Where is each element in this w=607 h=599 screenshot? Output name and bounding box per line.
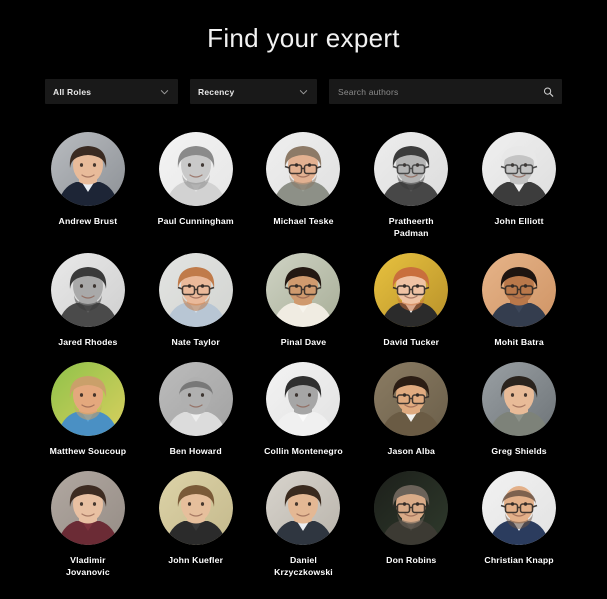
expert-card[interactable]: Ben Howard [142, 360, 250, 457]
expert-name: Paul Cunningham [157, 216, 234, 226]
expert-name: Pinal Dave [280, 337, 327, 347]
expert-card[interactable]: Mohit Batra [465, 251, 573, 348]
avatar[interactable] [50, 132, 125, 206]
expert-card[interactable]: David Tucker [357, 251, 465, 348]
expert-card[interactable]: Nate Taylor [142, 251, 250, 348]
expert-name: Jason Alba [387, 446, 436, 456]
avatar[interactable] [374, 471, 449, 545]
role-filter-select[interactable]: All Roles [45, 79, 178, 104]
chevron-down-icon [299, 87, 308, 96]
expert-card[interactable]: Matthew Soucoup [34, 360, 142, 457]
expert-name: John Kuefler [168, 555, 224, 565]
avatar[interactable] [158, 471, 233, 545]
expert-name: Collin Montenegro [264, 446, 343, 456]
expert-card[interactable]: Jared Rhodes [34, 251, 142, 348]
expert-card[interactable]: Vladimir Jovanovic [34, 469, 142, 578]
filter-bar: All Roles Recency [0, 79, 607, 104]
expert-card[interactable]: Jason Alba [357, 360, 465, 457]
expert-name: Matthew Soucoup [49, 446, 127, 456]
expert-card[interactable]: Greg Shields [465, 360, 573, 457]
expert-name: Greg Shields [491, 446, 547, 456]
avatar[interactable] [482, 362, 557, 436]
expert-name: John Elliott [494, 216, 544, 226]
avatar[interactable] [266, 132, 341, 206]
page-title: Find your expert [207, 23, 400, 53]
expert-card[interactable]: John Kuefler [142, 469, 250, 578]
avatar[interactable] [266, 362, 341, 436]
avatar[interactable] [482, 253, 557, 327]
expert-name: Ben Howard [169, 446, 222, 456]
experts-grid: Andrew Brust Paul Cunningham Michael Tes… [0, 130, 607, 578]
expert-card[interactable]: Andrew Brust [34, 130, 142, 239]
expert-card[interactable]: John Elliott [465, 130, 573, 239]
expert-card[interactable]: Paul Cunningham [142, 130, 250, 239]
avatar[interactable] [50, 471, 125, 545]
search-box[interactable] [329, 79, 562, 104]
avatar[interactable] [158, 253, 233, 327]
sort-filter-select[interactable]: Recency [190, 79, 317, 104]
chevron-down-icon [160, 87, 169, 96]
expert-name: Andrew Brust [58, 216, 118, 226]
avatar[interactable] [266, 471, 341, 545]
expert-name: Don Robins [386, 555, 437, 565]
expert-name: Pratheerth Padman [388, 216, 434, 238]
avatar[interactable] [158, 132, 233, 206]
avatar[interactable] [158, 362, 233, 436]
avatar[interactable] [374, 132, 449, 206]
expert-directory-page: Find your expert All Roles Recency Searc… [0, 0, 607, 599]
expert-name: David Tucker [383, 337, 440, 347]
expert-card[interactable]: Collin Montenegro [250, 360, 358, 457]
expert-card[interactable]: Christian Knapp [465, 469, 573, 578]
search-input[interactable] [338, 79, 553, 104]
expert-card[interactable]: Daniel Krzyczkowski [250, 469, 358, 578]
avatar[interactable] [266, 253, 341, 327]
expert-name: Daniel Krzyczkowski [274, 555, 333, 577]
avatar[interactable] [482, 132, 557, 206]
avatar[interactable] [374, 362, 449, 436]
expert-card[interactable]: Pinal Dave [250, 251, 358, 348]
expert-name: Jared Rhodes [58, 337, 118, 347]
expert-card[interactable]: Don Robins [357, 469, 465, 578]
avatar[interactable] [482, 471, 557, 545]
expert-name: Christian Knapp [484, 555, 554, 565]
sort-filter-label: Recency [198, 86, 235, 97]
avatar[interactable] [374, 253, 449, 327]
expert-name: Vladimir Jovanovic [65, 555, 110, 577]
expert-name: Michael Teske [273, 216, 334, 226]
expert-card[interactable]: Pratheerth Padman [357, 130, 465, 239]
expert-name: Mohit Batra [494, 337, 544, 347]
role-filter-label: All Roles [53, 86, 92, 97]
avatar[interactable] [50, 362, 125, 436]
expert-card[interactable]: Michael Teske [250, 130, 358, 239]
search-icon[interactable] [543, 86, 554, 97]
avatar[interactable] [50, 253, 125, 327]
expert-name: Nate Taylor [171, 337, 220, 347]
